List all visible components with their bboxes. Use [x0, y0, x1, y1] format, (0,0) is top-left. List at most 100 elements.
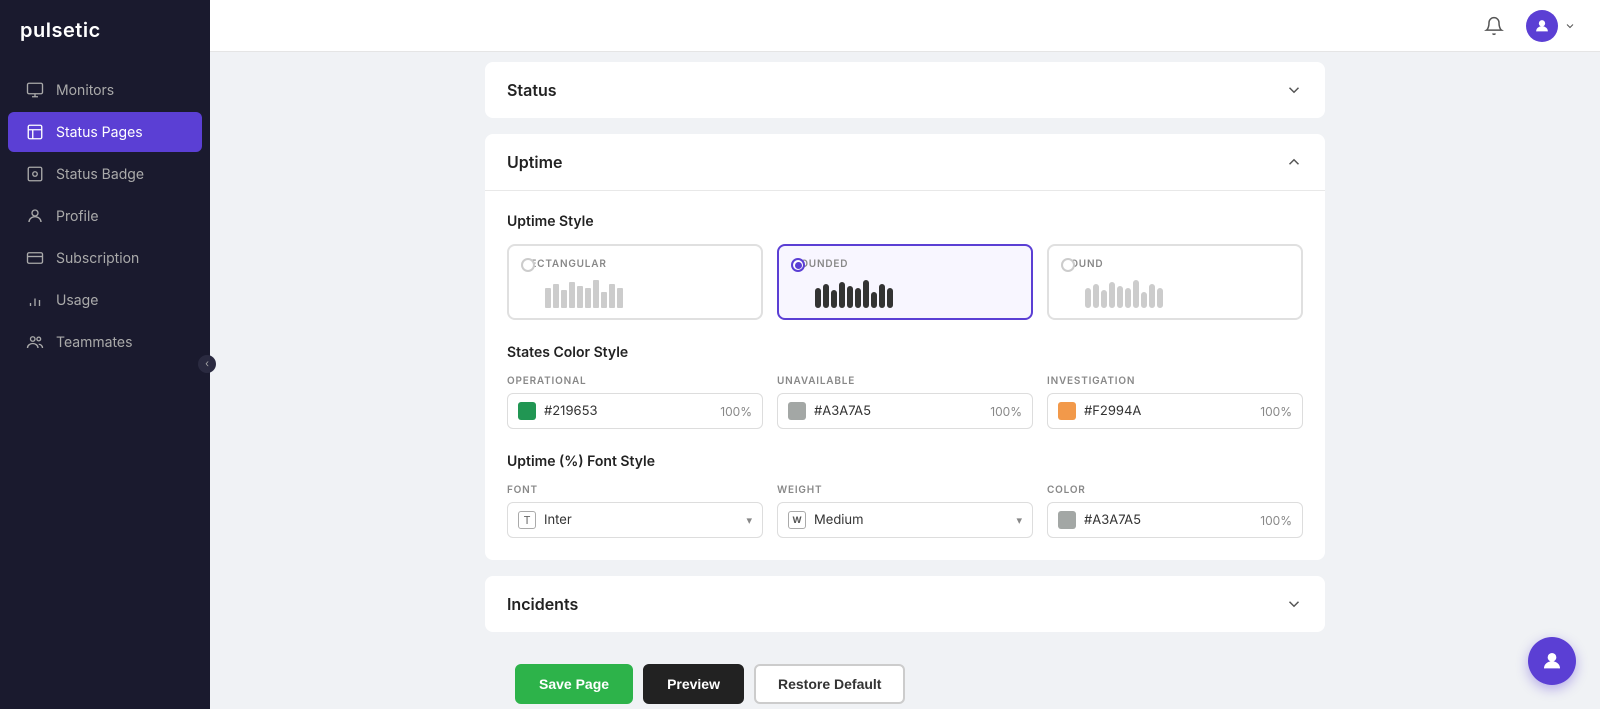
sidebar-item-label: Status Pages: [56, 124, 143, 141]
bar: [871, 292, 877, 308]
uptime-section-header[interactable]: Uptime: [485, 134, 1325, 191]
user-avatar: [1526, 10, 1558, 42]
sidebar-item-label: Usage: [56, 292, 98, 309]
uptime-section: Uptime Uptime Style RECTANGULAR: [485, 134, 1325, 560]
sidebar-item-label: Teammates: [56, 334, 133, 351]
bar: [815, 288, 821, 308]
status-section-title: Status: [507, 80, 557, 100]
bar: [1101, 290, 1107, 308]
sidebar-item-label: Status Badge: [56, 166, 144, 183]
operational-swatch: [518, 402, 536, 420]
operational-color-input[interactable]: #219653 100%: [507, 393, 763, 429]
profile-icon: [26, 207, 44, 225]
weight-chevron: ▾: [1016, 513, 1022, 527]
unavailable-hex: #A3A7A5: [814, 403, 982, 419]
bar: [577, 286, 583, 308]
font-color-swatch: [1058, 511, 1076, 529]
status-section-header[interactable]: Status: [485, 62, 1325, 118]
bar: [1093, 284, 1099, 308]
investigation-color-input[interactable]: #F2994A 100%: [1047, 393, 1303, 429]
bar: [847, 286, 853, 308]
monitor-icon: [26, 81, 44, 99]
uptime-style-rounded[interactable]: ROUNDED: [777, 244, 1033, 320]
uptime-section-body: Uptime Style RECTANGULAR: [485, 191, 1325, 560]
sidebar-item-status-badge[interactable]: Status Badge: [8, 154, 202, 194]
bar: [1157, 288, 1163, 308]
fab-user-icon: [1541, 650, 1563, 672]
investigation-color-field: INVESTIGATION #F2994A 100%: [1047, 375, 1303, 429]
save-page-button[interactable]: Save Page: [515, 664, 633, 704]
bar: [1125, 288, 1131, 308]
restore-default-button[interactable]: Restore Default: [754, 664, 905, 704]
bar: [1133, 280, 1139, 308]
font-style-grid: FONT T Inter ▾ WEIGHT W: [507, 484, 1303, 538]
sidebar-item-label: Profile: [56, 208, 99, 225]
uptime-style-options: RECTANGULAR: [507, 244, 1303, 320]
sidebar-item-usage[interactable]: Usage: [8, 280, 202, 320]
chevron-down-icon: [1285, 81, 1303, 99]
bell-icon: [1484, 16, 1504, 36]
bar: [1109, 282, 1115, 308]
bar: [617, 288, 623, 308]
uptime-radio-rectangular: [521, 258, 535, 272]
uptime-radio-rounded: [791, 258, 805, 272]
bar: [1149, 284, 1155, 308]
font-color-opacity: 100%: [1260, 513, 1292, 528]
main-content: Status Uptime Uptime Style: [210, 0, 1600, 709]
investigation-opacity: 100%: [1260, 404, 1292, 419]
font-chevron: ▾: [746, 513, 752, 527]
status-badge-icon: [26, 165, 44, 183]
states-color-grid: OPERATIONAL #219653 100% UNAVAILABLE: [507, 375, 1303, 429]
unavailable-color-field: UNAVAILABLE #A3A7A5 100%: [777, 375, 1033, 429]
sidebar-collapse-button[interactable]: ‹: [198, 355, 216, 373]
header: [210, 0, 1600, 52]
font-select[interactable]: T Inter ▾: [507, 502, 763, 538]
uptime-bars-rectangular: [523, 278, 747, 308]
font-label: FONT: [507, 484, 763, 496]
unavailable-color-input[interactable]: #A3A7A5 100%: [777, 393, 1033, 429]
operational-label: OPERATIONAL: [507, 375, 763, 387]
teammates-icon: [26, 333, 44, 351]
font-style-title: Uptime (%) Font Style: [507, 453, 1303, 470]
sidebar-item-teammates[interactable]: Teammates: [8, 322, 202, 362]
uptime-bars-rounded: [793, 278, 1017, 308]
weight-field: WEIGHT W Medium ▾: [777, 484, 1033, 538]
uptime-style-rectangular[interactable]: RECTANGULAR: [507, 244, 763, 320]
sidebar-item-monitors[interactable]: Monitors: [8, 70, 202, 110]
notification-bell[interactable]: [1478, 10, 1510, 42]
unavailable-swatch: [788, 402, 806, 420]
operational-color-field: OPERATIONAL #219653 100%: [507, 375, 763, 429]
weight-label: WEIGHT: [777, 484, 1033, 496]
sidebar-nav: Monitors Status Pages Status Badge Profi…: [0, 60, 210, 709]
user-icon: [1534, 18, 1550, 34]
incidents-section-header[interactable]: Incidents: [485, 576, 1325, 632]
bar: [831, 290, 837, 308]
sidebar-item-label: Subscription: [56, 250, 139, 267]
font-color-input[interactable]: #A3A7A5 100%: [1047, 502, 1303, 538]
investigation-hex: #F2994A: [1084, 403, 1252, 419]
sidebar-item-subscription[interactable]: Subscription: [8, 238, 202, 278]
weight-select[interactable]: W Medium ▾: [777, 502, 1033, 538]
bar: [553, 284, 559, 308]
bottom-actions: Save Page Preview Restore Default: [485, 648, 1325, 709]
uptime-section-title: Uptime: [507, 152, 562, 172]
sidebar-item-profile[interactable]: Profile: [8, 196, 202, 236]
fab-user-button[interactable]: [1528, 637, 1576, 685]
uptime-style-round[interactable]: ROUND: [1047, 244, 1303, 320]
chevron-down-icon: [1285, 595, 1303, 613]
bar: [1141, 292, 1147, 308]
unavailable-label: UNAVAILABLE: [777, 375, 1033, 387]
weight-value: Medium: [814, 512, 1008, 528]
uptime-radio-round: [1061, 258, 1075, 272]
bar: [879, 284, 885, 308]
bar: [585, 288, 591, 308]
app-logo: pulsetic: [0, 0, 210, 60]
sidebar-item-status-pages[interactable]: Status Pages: [8, 112, 202, 152]
user-menu[interactable]: [1526, 10, 1576, 42]
content-inner: Status Uptime Uptime Style: [455, 52, 1355, 709]
status-section: Status: [485, 62, 1325, 118]
incidents-section-title: Incidents: [507, 594, 578, 614]
chevron-down-icon: [1564, 20, 1576, 32]
preview-button[interactable]: Preview: [643, 664, 744, 704]
color-label: COLOR: [1047, 484, 1303, 496]
